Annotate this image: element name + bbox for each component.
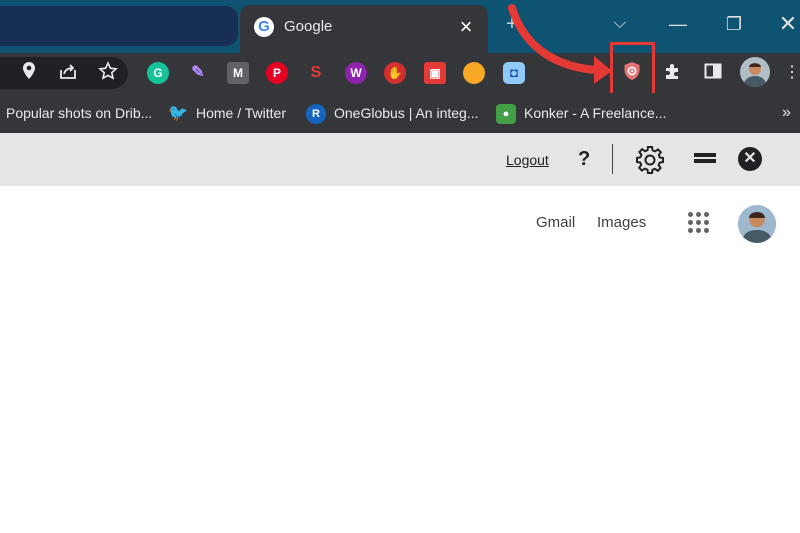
pinterest-icon[interactable]: P: [266, 62, 288, 84]
bookmark-dribbble[interactable]: Popular shots on Drib...: [6, 103, 152, 123]
previous-tab-area[interactable]: [0, 6, 238, 46]
close-circle-icon[interactable]: ✕: [738, 147, 762, 171]
tab-title: Google: [284, 18, 333, 35]
tab-close-icon[interactable]: ×: [456, 15, 476, 39]
bookmark-twitter[interactable]: 🐦 Home / Twitter: [168, 103, 286, 123]
gmail-link[interactable]: Gmail: [536, 214, 575, 231]
minimize-icon[interactable]: —: [660, 8, 696, 40]
tasks-icon[interactable]: ▣: [424, 62, 446, 84]
location-pin-icon[interactable]: [17, 61, 41, 85]
browser-window: G Google × + ⌵ — ❐ ✕ G ✎ M P S W ✋ ▣ ◘ ⋮…: [0, 0, 800, 533]
konker-icon: ●: [496, 104, 516, 125]
google-g-icon: G: [254, 17, 274, 37]
tab-google[interactable]: G Google ×: [240, 5, 488, 53]
tab-strip: G Google × + ⌵ — ❐ ✕: [0, 0, 800, 53]
help-icon[interactable]: ?: [578, 147, 590, 171]
side-panel-icon[interactable]: [701, 61, 725, 85]
screen-capture-icon[interactable]: ◘: [503, 62, 525, 84]
images-link[interactable]: Images: [597, 214, 646, 231]
grammarly-icon[interactable]: G: [147, 62, 169, 84]
divider: [612, 144, 613, 174]
toolbar: G ✎ M P S W ✋ ▣ ◘ ⋮: [0, 53, 800, 93]
new-tab-icon[interactable]: +: [500, 12, 524, 36]
extension-bar: Logout ? ✕: [0, 133, 800, 186]
bookmarks-more-icon[interactable]: »: [782, 103, 791, 123]
menu-dots-icon[interactable]: ⋮: [780, 61, 800, 85]
bookmark-label: OneGlobus | An integ...: [334, 105, 479, 121]
close-icon[interactable]: ✕: [770, 8, 800, 40]
hand-stop-icon[interactable]: ✋: [384, 62, 406, 84]
avatar[interactable]: [738, 205, 776, 243]
coin-icon[interactable]: [463, 62, 485, 84]
star-icon[interactable]: [96, 61, 120, 85]
bookmark-label: Popular shots on Drib...: [6, 105, 153, 121]
chevron-down-icon[interactable]: ⌵: [608, 12, 632, 36]
bookmark-label: Konker - A Freelance...: [524, 105, 667, 121]
profile-avatar[interactable]: [740, 57, 770, 87]
apps-grid-icon[interactable]: [688, 212, 710, 234]
bookmark-oneglobus[interactable]: R OneGlobus | An integ...: [306, 103, 479, 125]
bookmarks-bar: Popular shots on Drib... 🐦 Home / Twitter…: [0, 93, 800, 133]
share-icon[interactable]: [56, 61, 80, 85]
twitter-icon: 🐦: [168, 105, 188, 123]
bookmark-label: Home / Twitter: [196, 105, 286, 121]
mail-m-icon[interactable]: M: [227, 62, 249, 84]
oneglobus-icon: R: [306, 104, 326, 125]
extensions-puzzle-icon[interactable]: [661, 61, 685, 85]
bookmark-konker[interactable]: ● Konker - A Freelance...: [496, 103, 667, 125]
w-extension-icon[interactable]: W: [345, 62, 367, 84]
shield-extension-icon[interactable]: [622, 61, 642, 81]
minimize-bar-icon[interactable]: [694, 153, 716, 163]
gear-icon[interactable]: [635, 145, 665, 175]
logout-link[interactable]: Logout: [506, 152, 549, 168]
restore-icon[interactable]: ❐: [716, 8, 752, 40]
seo-icon[interactable]: S: [305, 62, 327, 84]
feather-icon[interactable]: ✎: [187, 62, 209, 84]
